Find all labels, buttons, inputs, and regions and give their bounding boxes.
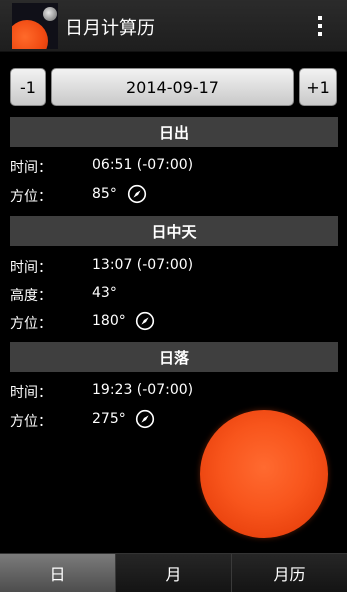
sun-image xyxy=(200,410,328,538)
transit-azimuth-row: 方位： 180° xyxy=(10,311,338,335)
transit-altitude-value: 43° xyxy=(92,285,117,301)
compass-icon[interactable] xyxy=(135,409,155,429)
transit-azimuth-label: 方位： xyxy=(10,316,52,332)
sun-icon xyxy=(12,20,48,49)
tab-bar: 日 月 月历 xyxy=(0,553,347,592)
transit-time-value: 13:07 (-07:00) xyxy=(92,257,194,273)
sunset-time-label: 时间： xyxy=(10,385,52,401)
sunrise-azimuth-label: 方位： xyxy=(10,189,52,205)
tab-moon[interactable]: 月 xyxy=(115,554,231,592)
compass-icon[interactable] xyxy=(135,311,155,331)
compass-icon[interactable] xyxy=(127,184,147,204)
sunrise-azimuth-row: 方位： 85° xyxy=(10,184,338,208)
app-title: 日月计算历 xyxy=(65,18,155,39)
moon-icon xyxy=(43,7,57,21)
sunset-azimuth-label: 方位： xyxy=(10,414,52,430)
sunset-time-value: 19:23 (-07:00) xyxy=(92,382,194,398)
action-bar: 日月计算历 xyxy=(0,0,347,52)
sunrise-header: 日出 xyxy=(10,117,338,147)
sunset-time-row: 时间： 19:23 (-07:00) xyxy=(10,380,338,404)
sunset-azimuth-value: 275° xyxy=(92,411,126,427)
transit-altitude-label: 高度： xyxy=(10,288,52,304)
previous-day-button[interactable]: -1 xyxy=(10,68,46,106)
transit-altitude-row: 高度： 43° xyxy=(10,283,338,307)
sunrise-time-label: 时间： xyxy=(10,160,52,176)
next-day-button[interactable]: +1 xyxy=(299,68,337,106)
transit-time-label: 时间： xyxy=(10,260,52,276)
overflow-menu-icon[interactable] xyxy=(312,14,328,38)
sunrise-time-row: 时间： 06:51 (-07:00) xyxy=(10,155,338,179)
sunset-azimuth-row: 方位： 275° xyxy=(10,409,190,433)
tab-sun[interactable]: 日 xyxy=(0,554,115,592)
sunrise-azimuth-value: 85° xyxy=(92,186,117,202)
tab-calendar[interactable]: 月历 xyxy=(231,554,347,592)
date-button[interactable]: 2014-09-17 xyxy=(51,68,294,106)
sun-moon-app-icon[interactable] xyxy=(12,3,58,49)
sunrise-time-value: 06:51 (-07:00) xyxy=(92,157,194,173)
transit-azimuth-value: 180° xyxy=(92,313,126,329)
sunset-header: 日落 xyxy=(10,342,338,372)
transit-header: 日中天 xyxy=(10,216,338,246)
transit-time-row: 时间： 13:07 (-07:00) xyxy=(10,255,338,279)
